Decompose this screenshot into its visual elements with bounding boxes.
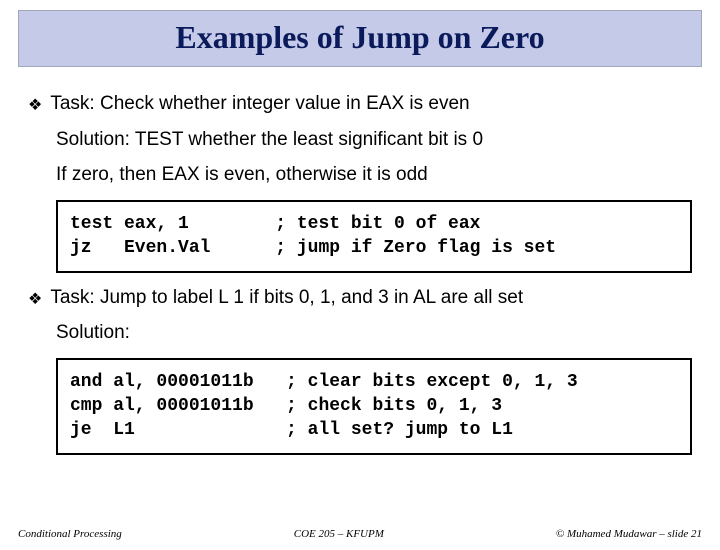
diamond-bullet-icon: ❖ (28, 289, 42, 311)
slide-title: Examples of Jump on Zero (19, 19, 701, 56)
footer-right: © Muhamed Mudawar – slide 21 (556, 528, 702, 540)
task2-heading: Task: Jump to label L 1 if bits 0, 1, an… (50, 285, 523, 311)
code-box-2: and al, 00001011b ; clear bits except 0,… (56, 358, 692, 455)
task1-desc: If zero, then EAX is even, otherwise it … (56, 162, 692, 188)
task1-heading: Task: Check whether integer value in EAX… (50, 91, 469, 117)
task2-heading-line: ❖ Task: Jump to label L 1 if bits 0, 1, … (28, 285, 692, 311)
slide-content: ❖ Task: Check whether integer value in E… (0, 67, 720, 455)
slide-footer: Conditional Processing COE 205 – KFUPM ©… (0, 528, 720, 540)
code-box-1: test eax, 1 ; test bit 0 of eax jz Even.… (56, 200, 692, 273)
slide-title-bar: Examples of Jump on Zero (18, 10, 702, 67)
task2-solution: Solution: (56, 320, 692, 346)
footer-left: Conditional Processing (18, 528, 122, 540)
task1-solution: Solution: TEST whether the least signifi… (56, 127, 692, 153)
task1-heading-line: ❖ Task: Check whether integer value in E… (28, 91, 692, 117)
diamond-bullet-icon: ❖ (28, 95, 42, 117)
footer-center: COE 205 – KFUPM (294, 528, 384, 540)
